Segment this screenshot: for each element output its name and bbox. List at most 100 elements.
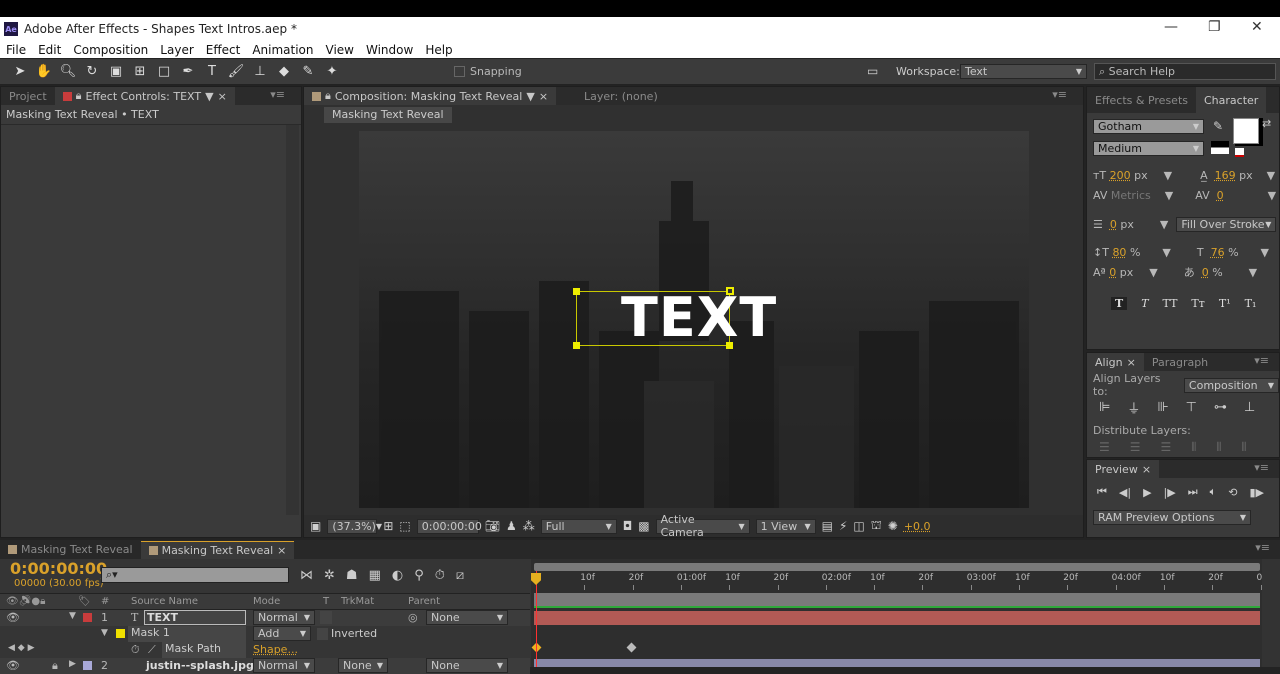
workspace-dropdown[interactable]: Text ▼ (960, 64, 1087, 79)
stopwatch-icon[interactable]: ⏱ (131, 643, 140, 657)
lock-icon[interactable]: 🔒︎ (52, 659, 58, 673)
pick-whip-icon[interactable]: ◎ (408, 611, 418, 624)
no-color-icon[interactable] (1235, 148, 1244, 157)
black-white-icon[interactable] (1211, 141, 1229, 154)
faux-italic-button[interactable]: T (1141, 297, 1148, 310)
safe-margins-icon[interactable]: ⊞ (383, 519, 393, 533)
timeline-icon[interactable]: ◫ (853, 519, 864, 533)
hand-tool-icon[interactable]: ✋ (32, 64, 56, 79)
tab-preview[interactable]: Preview × (1087, 460, 1160, 478)
stroke-width-value[interactable]: 0 (1110, 218, 1117, 231)
tab-timeline-1[interactable]: Masking Text Reveal (0, 541, 141, 559)
exposure-value[interactable]: +0.0 (904, 520, 931, 533)
leading-value[interactable]: 169 (1215, 169, 1236, 182)
blend-mode-dropdown[interactable]: Normal ▼ (253, 610, 315, 625)
scrollbar[interactable] (286, 125, 299, 515)
snapshot-icon[interactable]: 📷︎ (485, 519, 500, 533)
tab-paragraph[interactable]: Paragraph (1144, 353, 1216, 371)
vertical-scale-value[interactable]: 80 (1112, 246, 1126, 259)
draft-3d-icon[interactable]: ✲ (324, 568, 335, 583)
play-icon[interactable]: ▶ (1143, 486, 1151, 499)
rectangle-tool-icon[interactable]: □ (152, 64, 176, 79)
time-ruler[interactable]: 0f10f20f01:00f10f20f02:00f10f20f03:00f10… (531, 573, 1277, 591)
viewer-text-layer[interactable]: TEXT (621, 286, 777, 349)
close-icon[interactable]: × (218, 90, 227, 103)
eraser-tool-icon[interactable]: ◆ (272, 64, 296, 79)
timeline-scrollbar[interactable] (1262, 559, 1280, 667)
mask-vertex-handle[interactable] (573, 288, 580, 295)
eye-icon[interactable]: 👁︎ (6, 659, 20, 672)
font-style-dropdown[interactable]: Medium ▼ (1093, 141, 1204, 156)
menu-edit[interactable]: Edit (38, 43, 61, 57)
font-size-value[interactable]: 200 (1110, 169, 1131, 182)
timeline-search-input[interactable]: ⌕▾ (101, 567, 289, 583)
close-icon[interactable]: × (539, 90, 548, 103)
mask-row[interactable]: ▼ Mask 1 Add ▼ Inverted (0, 626, 530, 642)
menu-window[interactable]: Window (366, 43, 413, 57)
work-area-navigator[interactable] (534, 563, 1260, 571)
all-caps-button[interactable]: TT (1163, 297, 1178, 310)
tab-character[interactable]: Character (1196, 87, 1267, 113)
graph-editor-icon[interactable]: ⧄ (456, 568, 464, 583)
region-of-interest-icon[interactable]: ◘ (623, 519, 633, 533)
mask-color[interactable] (116, 629, 125, 638)
align-top-icon[interactable]: ⊤ (1186, 400, 1197, 415)
faux-bold-button[interactable]: T (1111, 296, 1128, 310)
frame-blending-icon[interactable]: ▦ (369, 568, 381, 583)
layer-name-field[interactable]: TEXT (144, 610, 246, 625)
loop-icon[interactable]: ⟲ (1228, 486, 1237, 499)
brainstorm-icon[interactable]: ⚲ (414, 568, 424, 583)
distribute-hcenter-icon[interactable]: ⫴ (1216, 440, 1221, 455)
parent-dropdown[interactable]: None ▼ (426, 610, 508, 625)
tab-align[interactable]: Align × (1087, 353, 1144, 371)
distribute-vcenter-icon[interactable]: ☰ (1130, 440, 1141, 454)
time-graph[interactable]: 0f10f20f01:00f10f20f02:00f10f20f03:00f10… (531, 559, 1280, 667)
pan-behind-tool-icon[interactable]: ⊞ (128, 64, 152, 79)
selection-tool-icon[interactable]: ➤ (8, 64, 32, 79)
small-caps-button[interactable]: Tт (1191, 297, 1204, 310)
tracking-value[interactable]: 0 (1217, 189, 1224, 202)
baseline-shift-value[interactable]: 0 (1109, 266, 1116, 279)
inverted-checkbox[interactable] (317, 628, 328, 640)
tab-effect-controls[interactable]: 🔒︎ Effect Controls: TEXT ▼ × (54, 87, 235, 105)
work-area-bar[interactable] (534, 593, 1260, 606)
next-frame-icon[interactable]: |▶ (1164, 486, 1176, 499)
mask-visibility-icon[interactable]: ⬚ (399, 519, 410, 533)
expand-triangle-icon[interactable]: ▶ (69, 659, 76, 669)
swap-colors-icon[interactable]: ⇄ (1262, 117, 1271, 130)
tab-composition[interactable]: 🔒︎ Composition: Masking Text Reveal ▼ × (304, 87, 557, 105)
current-time-field[interactable]: 0:00:00:00 (416, 518, 482, 534)
channels-icon[interactable]: ⁂ (523, 519, 535, 533)
menu-layer[interactable]: Layer (160, 43, 193, 57)
keyframe-navigator-icon[interactable]: ◀ ◆ ▶ (8, 643, 35, 653)
audio-icon[interactable]: 🔈︎ (1210, 485, 1217, 499)
blend-mode-dropdown[interactable]: Normal ▼ (253, 658, 315, 673)
show-snapshot-icon[interactable]: ♟ (506, 519, 517, 533)
ram-preview-icon[interactable]: ▮▶ (1249, 486, 1264, 499)
view-layout-dropdown[interactable]: 1 View ▼ (755, 518, 816, 534)
keyframe[interactable] (626, 642, 637, 653)
layer-row-image[interactable]: 👁︎ 🔒︎ ▶ 2 justin--splash.jpg Normal ▼ Non… (0, 658, 530, 674)
mask-path-value[interactable]: Shape... (253, 643, 298, 656)
fill-color-swatch[interactable] (1233, 118, 1259, 144)
always-preview-icon[interactable]: ▣ (310, 519, 321, 533)
tab-project[interactable]: Project (1, 87, 55, 105)
label-color[interactable] (83, 613, 92, 622)
eyedropper-icon[interactable]: ✎ (1213, 119, 1223, 133)
align-left-icon[interactable]: ⊫ (1099, 400, 1110, 415)
panel-menu-icon[interactable]: ▾≡ (1254, 354, 1269, 367)
kerning-value[interactable]: Metrics (1111, 189, 1151, 202)
toggle-pixel-aspect-icon[interactable]: ▤ (822, 519, 833, 533)
first-frame-icon[interactable]: ⏮ (1097, 485, 1107, 499)
expand-triangle-icon[interactable]: ▼ (69, 611, 76, 621)
mask-vertex-handle[interactable] (573, 342, 580, 349)
restore-button[interactable]: ❐ (1208, 19, 1221, 35)
stroke-mode-dropdown[interactable]: Fill Over Stroke ▼ (1176, 216, 1277, 232)
rotate-tool-icon[interactable]: ↻ (80, 64, 104, 79)
horizontal-scale-value[interactable]: 76 (1211, 246, 1225, 259)
type-tool-icon[interactable]: T (200, 64, 224, 79)
comp-navigator-button[interactable]: Masking Text Reveal (324, 107, 452, 123)
column-source-name[interactable]: Source Name (131, 596, 198, 607)
pen-tool-icon[interactable]: ✒ (176, 64, 200, 79)
align-vcenter-icon[interactable]: ⊶ (1214, 400, 1227, 415)
